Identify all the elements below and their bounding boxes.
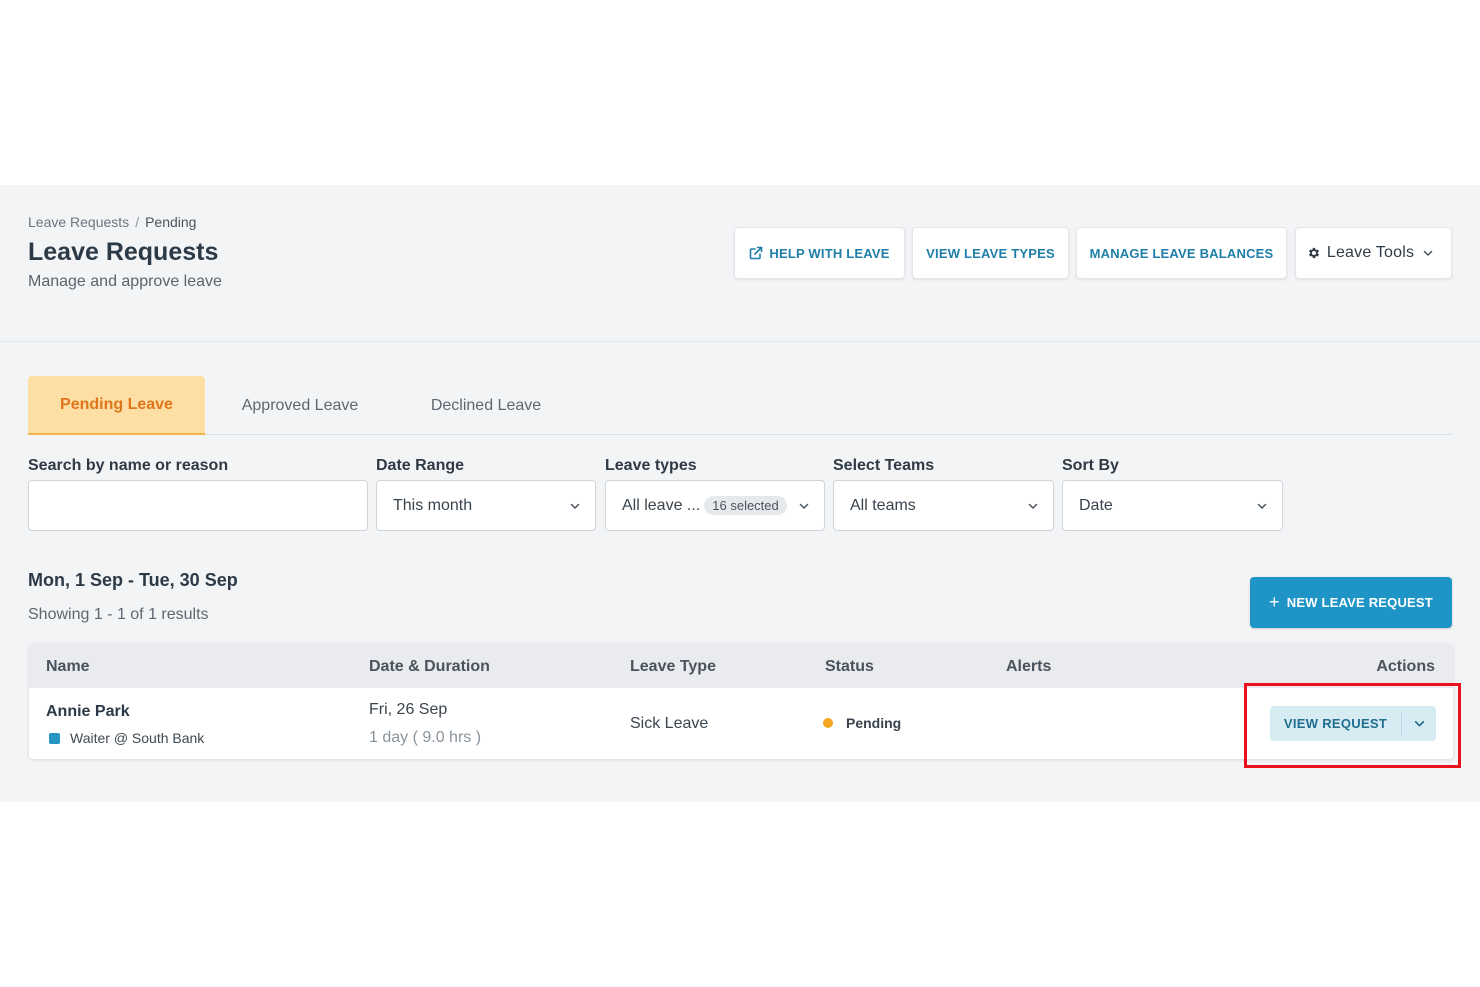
gear-icon (1308, 247, 1319, 259)
new-leave-request-button[interactable]: + NEW LEAVE REQUEST (1250, 577, 1452, 628)
leave-types-value-text: All leave ... (622, 497, 701, 514)
leave-types-select[interactable]: All leave ... 16 selected (605, 480, 825, 531)
leave-tools-label: Leave Tools (1326, 244, 1415, 261)
teams-value: All teams (850, 496, 916, 514)
breadcrumb-parent[interactable]: Leave Requests (28, 214, 129, 230)
table-row[interactable]: Annie Park Waiter @ South Bank Fri, 26 S… (29, 688, 1453, 759)
date-range-label: Date Range (376, 457, 465, 474)
leave-types-count-badge: 16 selected (704, 496, 787, 515)
column-header-actions: Actions (1376, 658, 1435, 675)
employee-role: Waiter @ South Bank (49, 730, 204, 746)
date-range-heading: Mon, 1 Sep - Tue, 30 Sep (28, 570, 238, 590)
leave-date: Fri, 26 Sep (369, 701, 448, 718)
column-header-leave-type[interactable]: Leave Type (630, 658, 716, 676)
status-text: Pending (846, 715, 902, 731)
chevron-down-icon (799, 503, 809, 509)
search-label: Search by name or reason (28, 457, 229, 474)
tab-pending-leave[interactable]: Pending Leave (28, 376, 205, 435)
column-header-name[interactable]: Name (46, 658, 90, 676)
leave-types-value: All leave ... 16 selected (622, 496, 798, 515)
teams-select[interactable]: All teams (833, 480, 1054, 531)
leave-duration: 1 day ( 9.0 hrs ) (369, 729, 482, 746)
column-header-alerts: Alerts (1006, 658, 1052, 675)
status-dot-icon (823, 718, 833, 728)
plus-icon: + (1269, 592, 1280, 612)
view-leave-types-label: VIEW LEAVE TYPES (926, 245, 1055, 261)
select-teams-label: Select Teams (833, 457, 935, 474)
page-header: Leave Requests / Pending Leave Requests Ma… (0, 185, 1480, 342)
leave-type: Sick Leave (630, 715, 709, 732)
leave-requests-table: Name Date & Duration Leave Type Status A… (29, 644, 1453, 759)
page-subtitle: Manage and approve leave (28, 273, 222, 290)
chevron-down-icon (570, 503, 580, 509)
sort-by-label: Sort By (1062, 457, 1119, 474)
employee-name[interactable]: Annie Park (46, 703, 130, 721)
help-with-leave-label: HELP WITH LEAVE (769, 245, 890, 261)
view-leave-types-button[interactable]: VIEW LEAVE TYPES (912, 227, 1069, 279)
column-header-status[interactable]: Status (825, 658, 874, 676)
sort-by-select[interactable]: Date (1062, 480, 1283, 531)
page-title: Leave Requests (28, 238, 219, 266)
table-header: Name Date & Duration Leave Type Status A… (29, 644, 1453, 688)
help-with-leave-button[interactable]: HELP WITH LEAVE (734, 227, 905, 279)
status-badge: Pending (823, 715, 901, 731)
tab-approved-leave[interactable]: Approved Leave (220, 376, 380, 435)
date-range-value: This month (393, 496, 473, 514)
tab-declined-leave[interactable]: Declined Leave (408, 376, 564, 435)
column-header-date-duration[interactable]: Date & Duration (369, 658, 490, 676)
chevron-down-icon (1257, 503, 1267, 509)
leave-tabs: Pending Leave Approved Leave Declined Le… (28, 376, 1452, 435)
new-leave-request-label: NEW LEAVE REQUEST (1286, 595, 1433, 610)
chevron-down-icon (1028, 503, 1038, 509)
sort-by-value: Date (1079, 496, 1113, 514)
date-range-select[interactable]: This month (376, 480, 596, 531)
team-color-swatch (49, 732, 60, 744)
search-input[interactable] (28, 480, 368, 531)
employee-role-text: Waiter @ South Bank (70, 730, 205, 746)
breadcrumb: Leave Requests / Pending (28, 214, 196, 230)
manage-leave-balances-button[interactable]: MANAGE LEAVE BALANCES (1076, 227, 1287, 279)
leave-types-label: Leave types (605, 457, 697, 474)
breadcrumb-current: Pending (145, 214, 197, 230)
breadcrumb-separator: / (135, 214, 140, 230)
results-summary: Showing 1 - 1 of 1 results (28, 606, 209, 623)
chevron-down-icon (1423, 250, 1433, 256)
external-link-icon (750, 246, 763, 260)
highlight-box (1244, 683, 1461, 768)
leave-tools-dropdown[interactable]: Leave Tools (1295, 227, 1452, 279)
manage-leave-balances-label: MANAGE LEAVE BALANCES (1089, 245, 1274, 261)
